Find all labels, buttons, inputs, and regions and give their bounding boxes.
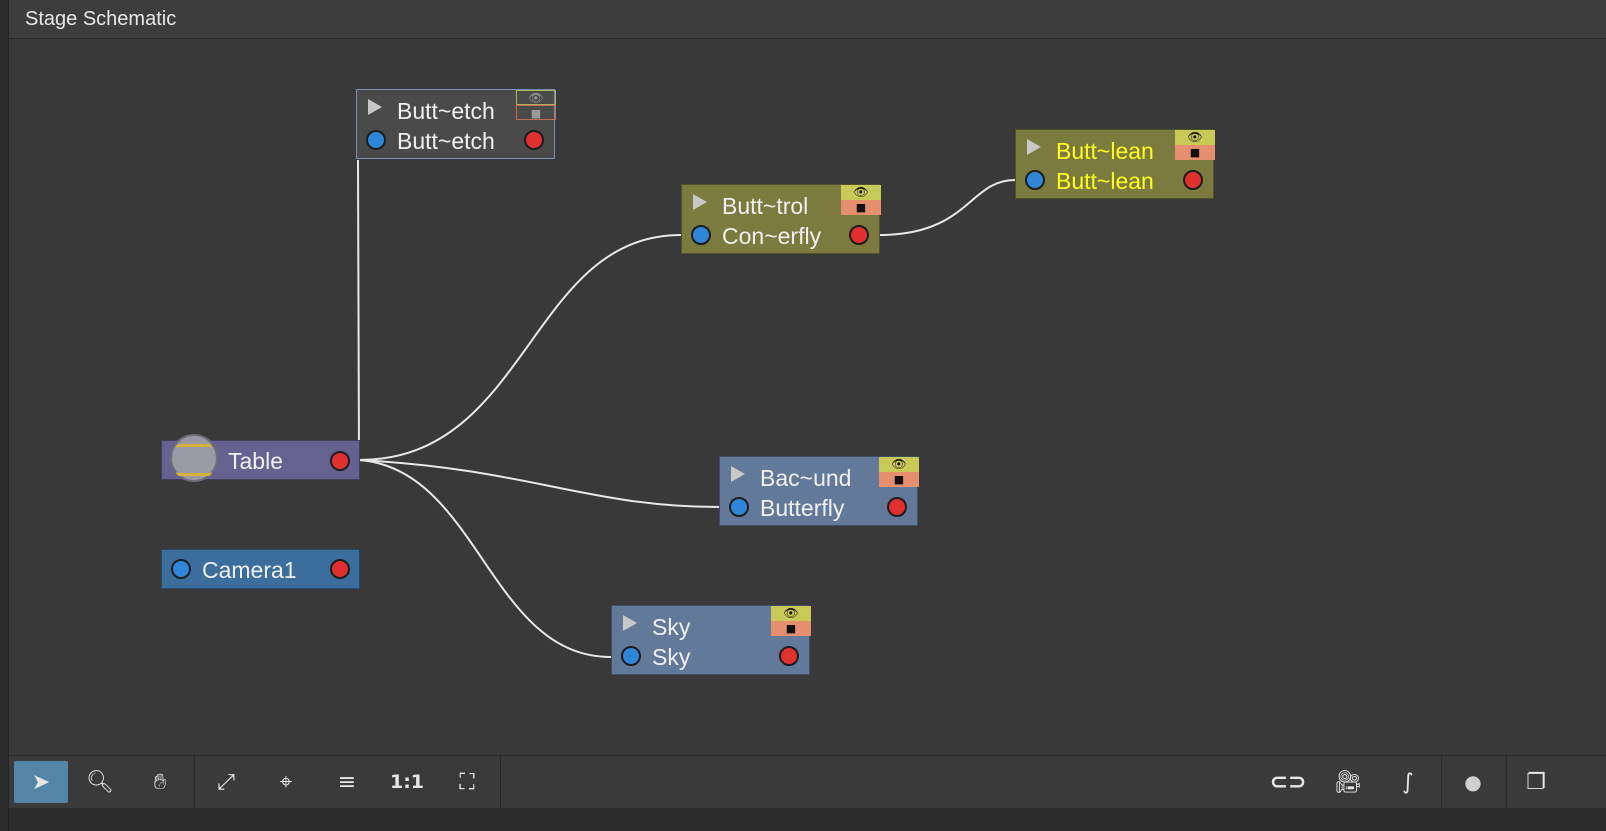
node-subname: Butterfly: [760, 495, 845, 521]
frame-view-button[interactable]: ⛶: [440, 761, 494, 803]
fit-to-window-button[interactable]: ⤢: [199, 761, 253, 803]
node-butt-trol[interactable]: Butt~trol 👁︎ ■ Con~erfly: [681, 184, 881, 265]
visibility-toggles[interactable]: 👁︎ ■: [841, 185, 881, 215]
eye-icon[interactable]: 👁︎: [841, 185, 881, 200]
visibility-toggles[interactable]: 👁︎ ■: [1175, 130, 1215, 160]
window-toggle-button[interactable]: ❐: [1509, 761, 1563, 803]
reorder-nodes-button[interactable]: ≡: [320, 761, 374, 803]
render-icon[interactable]: ■: [1175, 145, 1215, 160]
node-name: Butt~etch: [397, 98, 495, 124]
render-icon[interactable]: ■: [516, 105, 556, 120]
node-camera1[interactable]: Camera1: [161, 549, 360, 600]
wire-table-butt-trol: [358, 234, 682, 461]
toolbar-separator: [194, 756, 195, 808]
schematic-canvas[interactable]: Butt~etch 👁︎ ■ Butt~etch Butt~trol 👁︎ ■: [9, 39, 1606, 755]
focus-selection-button[interactable]: ⌖: [259, 761, 313, 803]
pan-tool-button[interactable]: ✋︎: [133, 761, 187, 803]
play-icon[interactable]: [368, 99, 382, 115]
node-name: Butt~trol: [722, 193, 809, 219]
node-butt-etch[interactable]: Butt~etch 👁︎ ■ Butt~etch: [356, 89, 556, 170]
eye-icon[interactable]: 👁︎: [771, 606, 811, 621]
input-port[interactable]: [171, 559, 191, 579]
wire-table-background: [358, 459, 720, 508]
play-icon[interactable]: [731, 466, 745, 482]
toolbar-separator: [500, 756, 501, 808]
output-port-red[interactable]: [524, 130, 544, 150]
render-icon[interactable]: ■: [841, 200, 881, 215]
input-port[interactable]: [366, 130, 386, 150]
node-name: Sky: [652, 614, 691, 640]
render-icon[interactable]: ■: [771, 621, 811, 636]
render-icon[interactable]: ■: [879, 472, 919, 487]
group-icon: [170, 434, 218, 482]
node-table[interactable]: Table: [161, 434, 360, 491]
wire-table-sky: [358, 459, 612, 658]
input-port[interactable]: [729, 497, 749, 517]
output-port-red[interactable]: [849, 225, 869, 245]
zoom-tool-button[interactable]: 🔍︎: [73, 761, 127, 803]
camera-button[interactable]: 🎥︎: [1321, 761, 1375, 803]
visibility-toggles[interactable]: 👁︎ ■: [879, 457, 919, 487]
output-port-red[interactable]: [1183, 170, 1203, 190]
stage-schematic-panel: Stage Schematic Butt~etch 👁︎ ■ Butt~etch…: [8, 0, 1606, 831]
play-icon[interactable]: [623, 615, 637, 631]
input-port[interactable]: [621, 646, 641, 666]
node-subname: Butt~lean: [1056, 168, 1154, 194]
play-icon[interactable]: [1027, 139, 1041, 155]
node-background[interactable]: Bac~und 👁︎ ■ Butterfly: [719, 456, 919, 537]
node-subname: Sky: [652, 644, 691, 670]
bottom-strip: [9, 808, 1606, 831]
input-port[interactable]: [1025, 170, 1045, 190]
wire-butt-trol-butt-lean: [878, 179, 1016, 236]
select-tool-button[interactable]: ➤: [14, 761, 68, 803]
node-butt-lean[interactable]: Butt~lean 👁︎ ■ Butt~lean: [1015, 129, 1215, 210]
node-subname: Butt~etch: [397, 128, 495, 154]
schematic-toolbar: ➤ 🔍︎ ✋︎ ⤢ ⌖ ≡ 1:1 ⛶ ⊂⊃ 🎥︎ ∫ ● ❐: [9, 755, 1606, 808]
node-name: Camera1: [202, 557, 297, 583]
toggle-dot-button[interactable]: ●: [1446, 761, 1500, 803]
eye-icon[interactable]: 👁︎: [1175, 130, 1215, 145]
node-name: Bac~und: [760, 465, 852, 491]
output-port-red[interactable]: [330, 451, 350, 471]
play-icon[interactable]: [693, 194, 707, 210]
wire-table-butt-etch: [357, 159, 360, 461]
node-name: Table: [228, 448, 283, 474]
toolbar-separator: [1506, 756, 1507, 808]
output-port-red[interactable]: [330, 559, 350, 579]
node-name: Butt~lean: [1056, 138, 1154, 164]
curve-button[interactable]: ∫: [1381, 761, 1435, 803]
eye-icon[interactable]: 👁︎: [879, 457, 919, 472]
visibility-toggles[interactable]: 👁︎ ■: [771, 606, 811, 636]
input-port[interactable]: [691, 225, 711, 245]
node-subname: Con~erfly: [722, 223, 822, 249]
node-sky[interactable]: Sky 👁︎ ■ Sky: [611, 605, 811, 686]
output-port-red[interactable]: [887, 497, 907, 517]
output-port-red[interactable]: [779, 646, 799, 666]
output-link-button[interactable]: ⊂⊃: [1261, 761, 1315, 803]
toolbar-separator: [1441, 756, 1442, 808]
actual-size-button[interactable]: 1:1: [380, 761, 434, 803]
eye-icon[interactable]: 👁︎: [516, 90, 556, 105]
panel-title: Stage Schematic: [25, 8, 177, 30]
panel-titlebar: Stage Schematic: [9, 0, 1606, 39]
visibility-toggles[interactable]: 👁︎ ■: [516, 90, 556, 120]
